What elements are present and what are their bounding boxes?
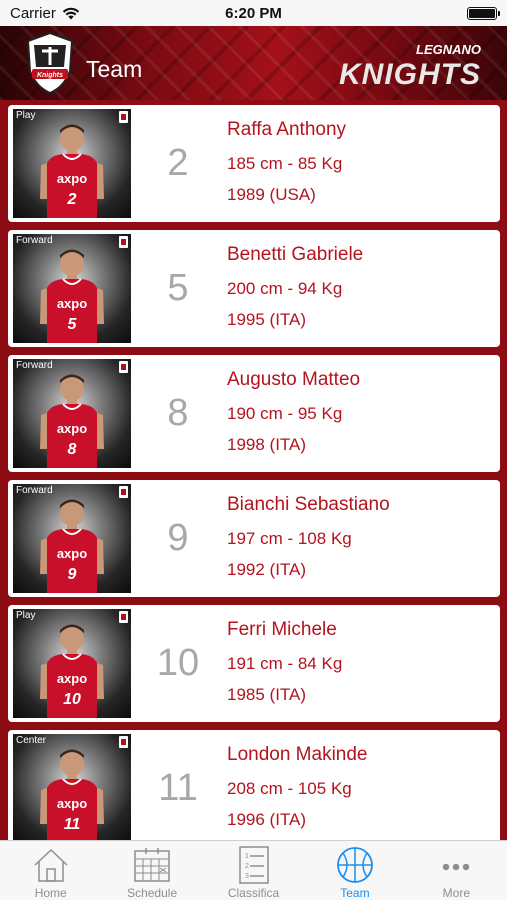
player-photo: axpo 9 Forward <box>13 484 131 593</box>
tab-schedule-label: Schedule <box>127 886 178 900</box>
mini-club-logo-icon <box>119 361 128 373</box>
player-name: London Makinde <box>227 744 368 765</box>
player-role: Play <box>16 610 36 621</box>
home-icon <box>34 848 68 882</box>
player-row[interactable]: axpo 2 Play 2 Raffa Anthony 185 cm - 85 … <box>8 105 500 222</box>
svg-text:5: 5 <box>68 316 78 333</box>
player-photo: axpo 8 Forward <box>13 359 131 468</box>
more-icon <box>443 863 470 871</box>
player-number: 9 <box>167 517 189 559</box>
svg-text:KNIGHTS: KNIGHTS <box>339 58 481 91</box>
svg-text:9: 9 <box>68 566 77 583</box>
player-birth-nationality: 1996 (ITA) <box>227 810 307 829</box>
brand-logo: LEGNANO KNIGHTS <box>339 42 481 91</box>
tab-more-label: More <box>442 886 470 900</box>
svg-text:11: 11 <box>64 816 81 833</box>
player-row[interactable]: axpo 5 Forward 5 Benetti Gabriele 200 cm… <box>8 230 500 347</box>
tab-team[interactable]: Team <box>304 841 405 900</box>
player-role: Forward <box>16 235 53 246</box>
player-role: Forward <box>16 485 53 496</box>
mini-club-logo-icon <box>119 736 128 748</box>
player-birth-nationality: 1995 (ITA) <box>227 310 307 329</box>
tab-bar: Home Schedule 1 2 3 Classifica Team More <box>0 840 507 900</box>
mini-club-logo-icon <box>119 486 128 498</box>
status-bar: Carrier 6:20 PM <box>0 0 507 26</box>
player-role: Forward <box>16 360 53 371</box>
svg-text:axpo: axpo <box>57 171 87 186</box>
tab-more[interactable]: More <box>406 841 507 900</box>
svg-text:LEGNANO: LEGNANO <box>416 42 481 57</box>
app-header: Knights Team LEGNANO KNIGHTS <box>0 26 507 100</box>
player-height-weight: 200 cm - 94 Kg <box>227 279 343 298</box>
page-title: Team <box>86 56 143 82</box>
player-birth-nationality: 1989 (USA) <box>227 185 316 204</box>
svg-text:axpo: axpo <box>57 296 87 311</box>
player-birth-nationality: 1985 (ITA) <box>227 685 307 704</box>
player-list[interactable]: axpo 2 Play 2 Raffa Anthony 185 cm - 85 … <box>0 100 507 840</box>
player-role: Center <box>16 735 47 746</box>
status-left: Carrier <box>10 5 80 22</box>
tab-team-label: Team <box>340 886 370 900</box>
svg-text:8: 8 <box>68 441 77 458</box>
battery-icon <box>467 6 500 20</box>
tab-home[interactable]: Home <box>0 841 101 900</box>
svg-text:2: 2 <box>245 863 249 870</box>
svg-text:10: 10 <box>63 691 81 708</box>
player-photo: axpo 11 Center <box>13 734 131 840</box>
player-name: Augusto Matteo <box>227 369 361 390</box>
player-number: 8 <box>167 392 189 434</box>
player-birth-nationality: 1998 (ITA) <box>227 435 307 454</box>
svg-text:Knights: Knights <box>37 72 63 79</box>
svg-text:axpo: axpo <box>57 796 87 811</box>
wifi-icon <box>62 7 80 19</box>
player-role: Play <box>16 110 36 121</box>
list-icon: 1 2 3 <box>238 846 269 884</box>
svg-text:1: 1 <box>245 853 249 860</box>
player-height-weight: 191 cm - 84 Kg <box>227 654 343 673</box>
player-name: Raffa Anthony <box>227 119 347 140</box>
tab-classifica-label: Classifica <box>227 886 280 900</box>
mini-club-logo-icon <box>119 236 128 248</box>
basketball-icon <box>337 847 373 883</box>
svg-text:2: 2 <box>67 191 77 208</box>
club-logo-icon: Knights <box>26 31 74 95</box>
player-name: Ferri Michele <box>227 619 337 640</box>
player-number: 5 <box>167 267 189 309</box>
carrier-label: Carrier <box>10 4 56 22</box>
mini-club-logo-icon <box>119 611 128 623</box>
tab-home-label: Home <box>34 886 67 900</box>
player-height-weight: 197 cm - 108 Kg <box>227 529 352 548</box>
mini-club-logo-icon <box>119 111 128 123</box>
player-row[interactable]: axpo 9 Forward 9 Bianchi Sebastiano 197 … <box>8 480 500 597</box>
player-name: Bianchi Sebastiano <box>227 494 390 515</box>
player-row[interactable]: axpo 10 Play 10 Ferri Michele 191 cm - 8… <box>8 605 500 722</box>
svg-text:axpo: axpo <box>57 421 87 436</box>
player-photo: axpo 5 Forward <box>13 234 131 343</box>
player-row[interactable]: axpo 11 Center 11 London Makinde 208 cm … <box>8 730 500 840</box>
player-height-weight: 185 cm - 85 Kg <box>227 154 343 173</box>
svg-text:axpo: axpo <box>57 546 87 561</box>
player-name: Benetti Gabriele <box>227 244 364 265</box>
player-birth-nationality: 1992 (ITA) <box>227 560 307 579</box>
svg-text:axpo: axpo <box>57 671 87 686</box>
player-height-weight: 208 cm - 105 Kg <box>227 779 352 798</box>
player-number: 10 <box>156 642 200 684</box>
svg-text:3: 3 <box>245 873 249 880</box>
player-photo: axpo 10 Play <box>13 609 131 718</box>
player-photo: axpo 2 Play <box>13 109 131 218</box>
player-number: 2 <box>167 142 189 184</box>
calendar-icon <box>134 848 170 882</box>
tab-schedule[interactable]: Schedule <box>101 841 202 900</box>
tab-classifica[interactable]: 1 2 3 Classifica <box>203 841 304 900</box>
player-row[interactable]: axpo 8 Forward 8 Augusto Matteo 190 cm -… <box>8 355 500 472</box>
player-height-weight: 190 cm - 95 Kg <box>227 404 343 423</box>
player-number: 11 <box>158 767 198 809</box>
